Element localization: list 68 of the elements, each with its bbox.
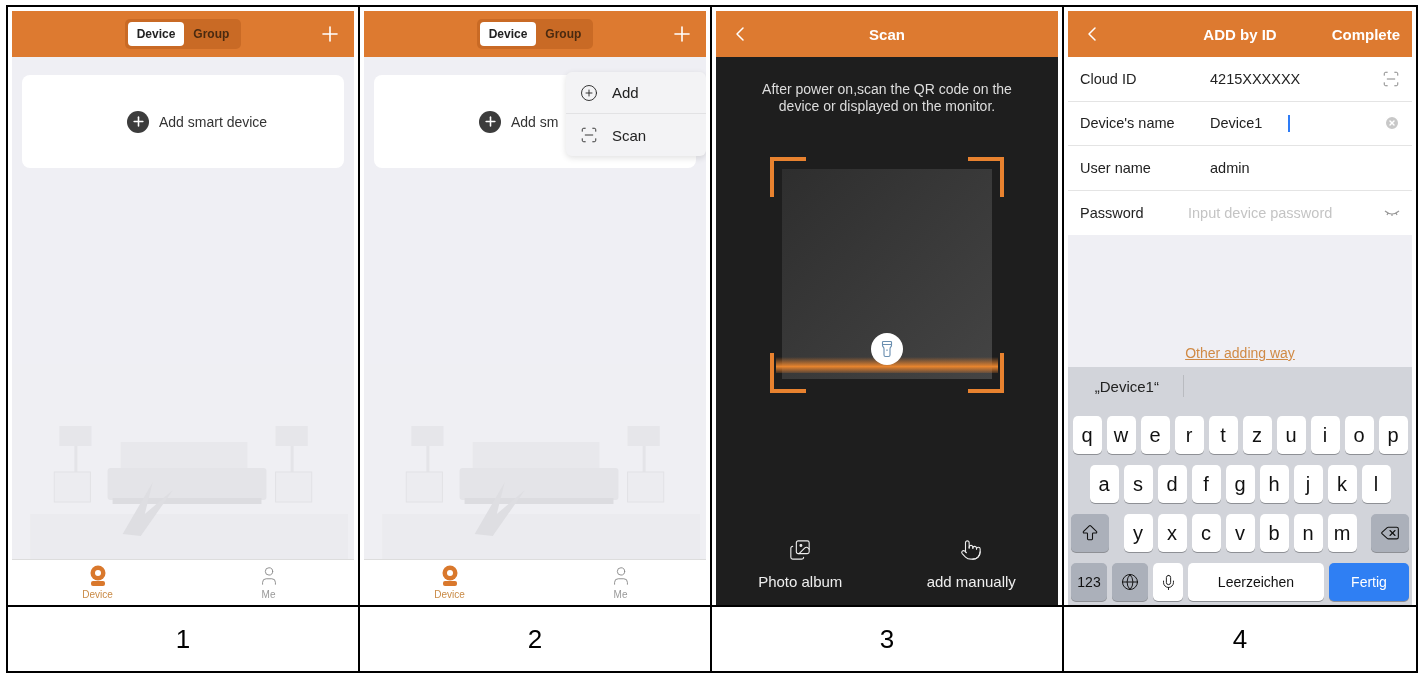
field-label: Device's name — [1080, 115, 1176, 132]
shift-icon — [1080, 523, 1100, 543]
microphone-key[interactable] — [1153, 563, 1183, 601]
clear-icon[interactable] — [1384, 115, 1400, 132]
plus-icon — [580, 83, 598, 102]
step-number: 2 — [527, 623, 543, 655]
key[interactable]: d — [1157, 465, 1187, 503]
key[interactable]: b — [1259, 514, 1289, 552]
closed-eye-icon[interactable] — [1384, 208, 1400, 217]
key[interactable]: t — [1208, 416, 1238, 454]
numbers-key[interactable]: 123 — [1071, 563, 1107, 601]
key[interactable]: h — [1259, 465, 1289, 503]
images-icon — [789, 539, 812, 561]
done-key[interactable]: Fertig — [1329, 563, 1409, 601]
key[interactable]: c — [1191, 514, 1221, 552]
key[interactable]: y — [1123, 514, 1153, 552]
scan-icon[interactable] — [1382, 69, 1400, 88]
key[interactable]: g — [1225, 465, 1255, 503]
key[interactable]: l — [1361, 465, 1391, 503]
space-key[interactable]: Leerzeichen — [1188, 563, 1324, 601]
field-label: Password — [1080, 204, 1145, 221]
key[interactable]: v — [1225, 514, 1255, 552]
key[interactable]: p — [1378, 416, 1408, 454]
input-field[interactable]: Input device password — [1188, 204, 1384, 221]
key[interactable]: f — [1191, 465, 1221, 503]
segment-tab[interactable]: Device — [479, 22, 537, 46]
screen-title: ADD by ID — [1203, 25, 1277, 43]
key[interactable]: o — [1344, 416, 1374, 454]
add-device-card[interactable]: Add smart device — [22, 75, 344, 168]
menu-item[interactable]: Add — [566, 72, 706, 114]
key[interactable]: z — [1242, 416, 1272, 454]
key[interactable]: q — [1072, 416, 1102, 454]
key[interactable]: k — [1327, 465, 1357, 503]
key[interactable]: i — [1310, 416, 1340, 454]
step-number: 4 — [1232, 623, 1248, 655]
key[interactable]: n — [1293, 514, 1323, 552]
step-number: 1 — [175, 623, 191, 655]
suggestion[interactable]: „Device1“ — [1071, 375, 1184, 397]
key[interactable]: x — [1157, 514, 1187, 552]
scan-action-button[interactable]: Photo album — [752, 538, 849, 591]
plus-icon — [479, 110, 501, 133]
scan-action-button[interactable]: add manually — [920, 538, 1022, 591]
key[interactable]: r — [1174, 416, 1204, 454]
screen-title: Scan — [869, 25, 905, 43]
input-field[interactable]: 4215XXXXXX — [1210, 70, 1382, 87]
key[interactable]: m — [1327, 514, 1357, 552]
globe-icon — [1121, 573, 1139, 591]
backspace-key[interactable] — [1371, 514, 1409, 552]
globe-key[interactable] — [1112, 563, 1148, 601]
field-label: User name — [1080, 159, 1152, 176]
add-device-label: Add sm — [511, 113, 559, 130]
step-number: 3 — [879, 623, 895, 655]
segment-tab[interactable]: Device — [127, 22, 185, 46]
key[interactable]: e — [1140, 416, 1170, 454]
input-field[interactable]: Device1 — [1210, 115, 1288, 132]
field-label: Cloud ID — [1080, 70, 1138, 87]
plus-icon — [127, 110, 149, 133]
key[interactable]: j — [1293, 465, 1323, 503]
key[interactable]: a — [1089, 465, 1119, 503]
key[interactable]: u — [1276, 416, 1306, 454]
shift-key[interactable] — [1071, 514, 1109, 552]
key[interactable]: s — [1123, 465, 1153, 503]
hand-icon — [960, 539, 983, 561]
input-field[interactable]: admin — [1210, 159, 1400, 176]
add-device-label: Add smart device — [159, 113, 268, 130]
scan-icon — [580, 126, 598, 144]
key[interactable]: w — [1106, 416, 1136, 454]
scan-instruction: After power on,scan the QR code on the device or displayed on the monitor. — [762, 81, 1012, 115]
